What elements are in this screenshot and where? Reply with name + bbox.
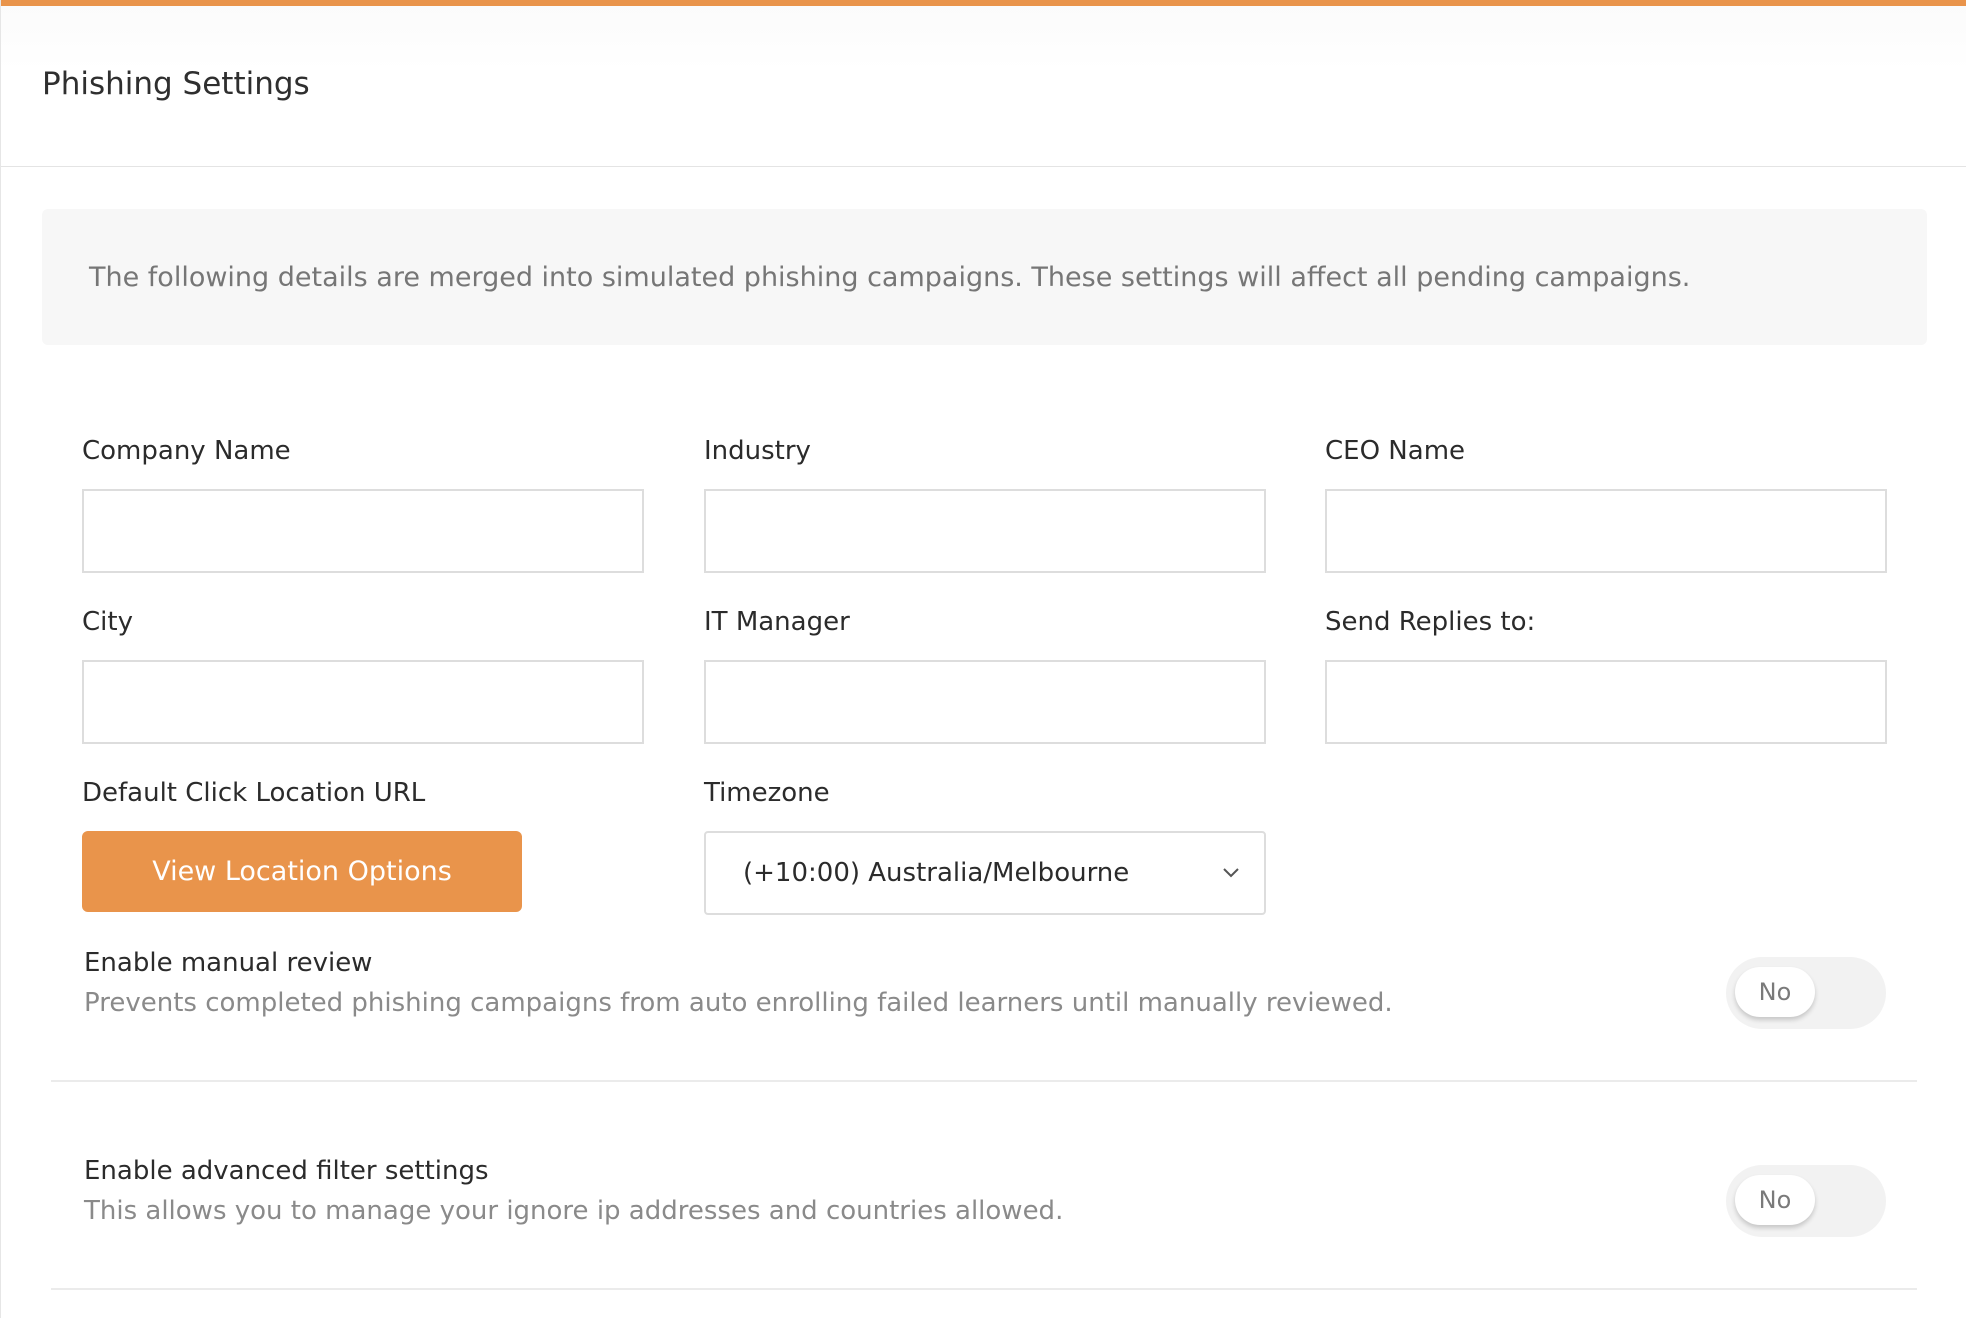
manual-review-toggle[interactable]: No xyxy=(1726,957,1886,1029)
divider xyxy=(51,1080,1917,1082)
info-notice: The following details are merged into si… xyxy=(42,209,1927,345)
page-title: Phishing Settings xyxy=(42,66,310,102)
ceo-name-input[interactable] xyxy=(1325,489,1887,573)
manual-review-toggle-knob: No xyxy=(1735,967,1815,1017)
advanced-filter-toggle[interactable]: No xyxy=(1726,1165,1886,1237)
advanced-filter-title: Enable advanced filter settings xyxy=(84,1156,489,1186)
view-location-options-button[interactable]: View Location Options xyxy=(82,831,522,912)
timezone-select[interactable]: (+10:00) Australia/Melbourne xyxy=(704,831,1266,915)
manual-review-title: Enable manual review xyxy=(84,948,373,978)
industry-label: Industry xyxy=(704,436,811,466)
divider xyxy=(51,1288,1917,1290)
phishing-settings-page: Phishing Settings The following details … xyxy=(0,0,1966,1318)
company-name-label: Company Name xyxy=(82,436,291,466)
page-header: Phishing Settings xyxy=(1,6,1966,167)
advanced-filter-description: This allows you to manage your ignore ip… xyxy=(84,1196,1064,1226)
send-replies-to-label: Send Replies to: xyxy=(1325,607,1536,637)
timezone-label: Timezone xyxy=(704,778,830,808)
industry-input[interactable] xyxy=(704,489,1266,573)
default-click-location-label: Default Click Location URL xyxy=(82,778,426,808)
company-name-input[interactable] xyxy=(82,489,644,573)
city-label: City xyxy=(82,607,133,637)
timezone-selected-value: (+10:00) Australia/Melbourne xyxy=(743,858,1130,888)
send-replies-to-input[interactable] xyxy=(1325,660,1887,744)
chevron-down-icon xyxy=(1223,868,1239,878)
manual-review-description: Prevents completed phishing campaigns fr… xyxy=(84,988,1393,1018)
info-notice-text: The following details are merged into si… xyxy=(89,261,1691,293)
advanced-filter-toggle-knob: No xyxy=(1735,1175,1815,1225)
city-input[interactable] xyxy=(82,660,644,744)
ceo-name-label: CEO Name xyxy=(1325,436,1466,466)
it-manager-label: IT Manager xyxy=(704,607,850,637)
it-manager-input[interactable] xyxy=(704,660,1266,744)
